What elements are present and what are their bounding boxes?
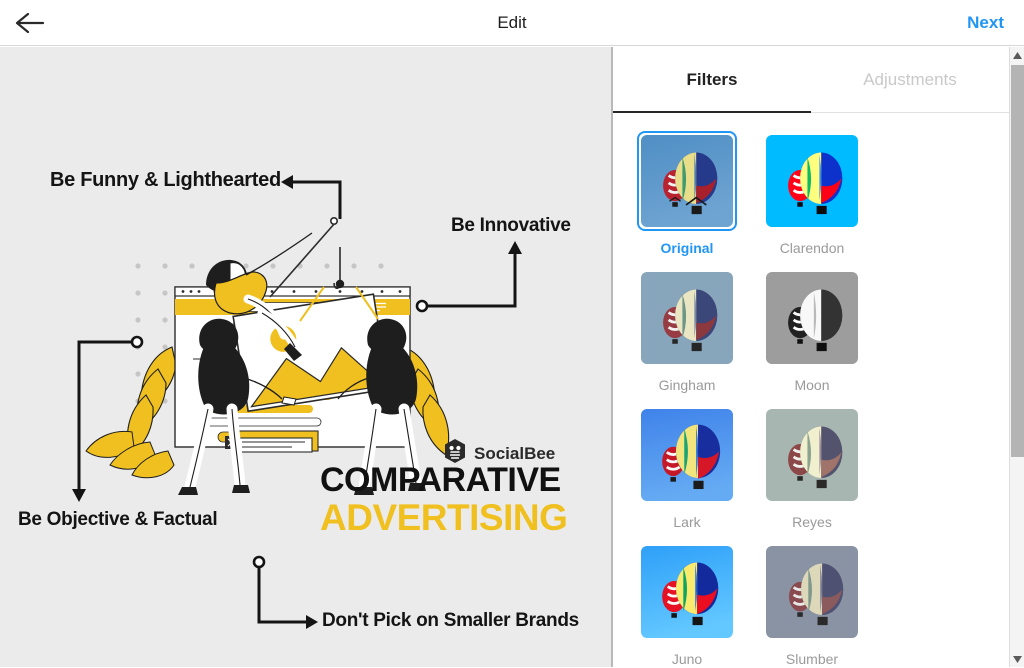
filter-item-moon[interactable]: Moon	[762, 268, 862, 393]
annotation-be-funny: Be Funny & Lighthearted	[50, 169, 281, 191]
filter-thumb-wrap	[762, 405, 862, 505]
filter-item-clarendon[interactable]: Clarendon	[762, 131, 862, 256]
annotation-be-objective: Be Objective & Factual	[18, 509, 218, 530]
filter-label: Original	[660, 240, 714, 256]
tab-adjustments[interactable]: Adjustments	[811, 47, 1009, 112]
next-button[interactable]: Next	[967, 0, 1004, 46]
filter-label: Juno	[671, 651, 703, 667]
balloon-thumbnail-clarendon	[766, 135, 858, 227]
filter-label: Reyes	[792, 514, 832, 530]
scroll-down-button[interactable]	[1010, 651, 1024, 667]
arrow-left-icon	[15, 12, 45, 34]
edit-panel: Filters Adjustments Original Clarendon G…	[613, 47, 1009, 667]
scroll-up-button[interactable]	[1010, 47, 1024, 63]
filter-thumb-wrap	[637, 131, 737, 231]
balloon-thumbnail-reyes	[766, 409, 858, 501]
filter-thumb-wrap	[637, 542, 737, 642]
balloon-thumbnail-lark	[641, 409, 733, 501]
panel-tabs: Filters Adjustments	[613, 47, 1009, 113]
filter-item-reyes[interactable]: Reyes	[762, 405, 862, 530]
balloon-thumbnail-original	[641, 135, 733, 227]
filter-label: Slumber	[785, 651, 839, 667]
filter-item-lark[interactable]: Lark	[637, 405, 737, 530]
panel-scrollbar[interactable]	[1009, 47, 1024, 667]
triangle-down-icon	[1013, 650, 1022, 668]
filter-label: Lark	[673, 514, 701, 530]
balloon-thumbnail-juno	[641, 546, 733, 638]
illustration-artwork	[72, 175, 522, 629]
filter-thumb-wrap	[762, 131, 862, 231]
filter-label: Gingham	[658, 377, 716, 393]
scrollbar-thumb[interactable]	[1011, 65, 1024, 457]
tab-filters[interactable]: Filters	[613, 47, 811, 113]
artwork-title-line1: COMPARATIVE	[320, 461, 561, 499]
back-button[interactable]	[0, 0, 60, 46]
filter-item-gingham[interactable]: Gingham	[637, 268, 737, 393]
app-header: Edit Next	[0, 0, 1024, 46]
filter-item-slumber[interactable]: Slumber	[762, 542, 862, 667]
filter-thumb-wrap	[762, 542, 862, 642]
filter-label: Moon	[794, 377, 830, 393]
artboard: Be Funny & Lighthearted Be Innovative Be…	[0, 47, 611, 667]
annotation-smaller-brands: Don't Pick on Smaller Brands	[322, 610, 579, 631]
filter-thumb-wrap	[762, 268, 862, 368]
balloon-thumbnail-moon	[766, 272, 858, 364]
filter-grid: Original Clarendon Gingham Moon Lark Rey…	[613, 113, 1009, 667]
image-canvas[interactable]: Be Funny & Lighthearted Be Innovative Be…	[0, 47, 611, 667]
balloon-thumbnail-slumber	[766, 546, 858, 638]
annotation-be-innovative: Be Innovative	[451, 215, 571, 236]
triangle-up-icon	[1013, 46, 1022, 64]
filter-thumb-wrap	[637, 405, 737, 505]
page-title: Edit	[497, 13, 527, 32]
filter-item-original[interactable]: Original	[637, 131, 737, 256]
filter-item-juno[interactable]: Juno	[637, 542, 737, 667]
filter-thumb-wrap	[637, 268, 737, 368]
artwork-title-line2: ADVERTISING	[320, 497, 568, 538]
filter-label: Clarendon	[779, 240, 845, 256]
balloon-thumbnail-gingham	[641, 272, 733, 364]
artwork-title: COMPARATIVE ADVERTISING	[320, 461, 568, 538]
